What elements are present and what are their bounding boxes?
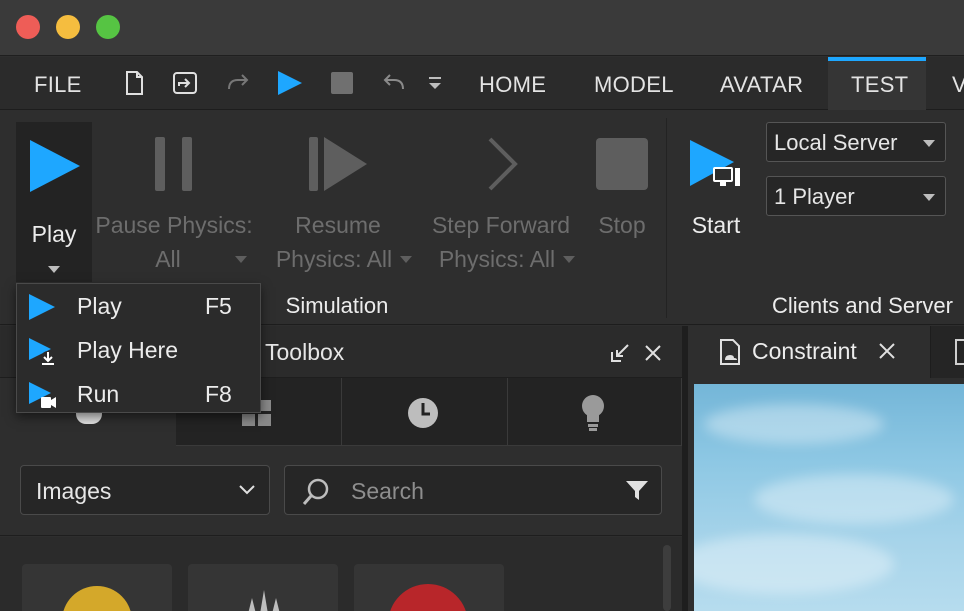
tab-creations[interactable] bbox=[508, 378, 682, 446]
step-forward-label[interactable]: Step Forward bbox=[426, 209, 576, 242]
quick-access-dropdown-icon[interactable] bbox=[422, 69, 450, 97]
resume-physics-label-2[interactable]: Physics: All bbox=[270, 243, 398, 276]
tab-view[interactable]: V bbox=[952, 72, 964, 98]
tab-home[interactable]: HOME bbox=[479, 72, 546, 98]
play-here-icon bbox=[29, 338, 55, 365]
menu-bar: FILE HOME MODEL AVATAR TEST V bbox=[0, 57, 964, 110]
resume-dropdown-caret-icon[interactable] bbox=[400, 256, 412, 263]
run-icon bbox=[29, 382, 56, 408]
asset-preview-hair bbox=[62, 586, 132, 611]
play-dropdown-caret-icon[interactable] bbox=[48, 266, 60, 273]
play-button[interactable]: Play bbox=[16, 122, 92, 282]
step-forward-label-2[interactable]: Physics: All bbox=[434, 243, 560, 276]
pause-physics-label-2[interactable]: All bbox=[148, 243, 188, 276]
new-file-icon[interactable] bbox=[120, 69, 148, 97]
publish-icon[interactable] bbox=[171, 69, 199, 97]
document-tab-title: Constraint bbox=[752, 338, 857, 364]
chevron-down-icon bbox=[239, 485, 255, 495]
simulation-group-label: Simulation bbox=[285, 293, 389, 318]
sky-cloud bbox=[704, 404, 884, 444]
undo-icon[interactable] bbox=[380, 69, 408, 97]
asset-thumbnail[interactable] bbox=[188, 564, 338, 611]
menu-item-label: Play Here bbox=[77, 337, 178, 363]
file-menu[interactable]: FILE bbox=[34, 72, 82, 98]
step-dropdown-caret-icon[interactable] bbox=[563, 256, 575, 263]
play-dropdown-menu: Play F5 Play Here Run F8 bbox=[16, 283, 261, 413]
clock-icon bbox=[408, 398, 438, 428]
search-placeholder: Search bbox=[351, 478, 424, 504]
resume-icon[interactable] bbox=[309, 137, 367, 191]
chevron-down-icon bbox=[923, 140, 935, 147]
close-panel-icon[interactable] bbox=[644, 344, 662, 362]
tab-test[interactable]: TEST bbox=[851, 72, 908, 98]
lightbulb-icon bbox=[582, 395, 604, 431]
menu-item-play-here[interactable]: Play Here bbox=[17, 329, 260, 371]
menu-item-run[interactable]: Run F8 bbox=[17, 373, 260, 415]
undock-icon[interactable] bbox=[609, 342, 631, 364]
category-dropdown[interactable]: Images bbox=[20, 465, 270, 515]
tab-avatar[interactable]: AVATAR bbox=[720, 72, 803, 98]
server-mode-value: Local Server bbox=[774, 130, 898, 155]
play-label: Play bbox=[31, 221, 77, 247]
resume-physics-label[interactable]: Resume bbox=[278, 209, 398, 242]
menu-item-shortcut: F5 bbox=[205, 293, 232, 319]
filter-icon[interactable] bbox=[625, 480, 649, 502]
pause-icon[interactable] bbox=[155, 137, 195, 191]
chevron-down-icon bbox=[923, 194, 935, 201]
tab-model[interactable]: MODEL bbox=[594, 72, 674, 98]
window-titlebar bbox=[0, 0, 964, 56]
menu-item-shortcut: F8 bbox=[205, 381, 232, 407]
asset-thumbnail[interactable] bbox=[22, 564, 172, 611]
script-file-icon bbox=[720, 339, 740, 365]
stop-quick-icon[interactable] bbox=[328, 69, 356, 97]
category-value: Images bbox=[36, 478, 112, 504]
pause-dropdown-caret-icon[interactable] bbox=[235, 256, 247, 263]
document-tabs: Constraint bbox=[688, 326, 964, 378]
clients-and-server-group-label: Clients and Server bbox=[772, 293, 953, 318]
close-icon[interactable] bbox=[879, 343, 895, 359]
step-forward-icon[interactable] bbox=[487, 137, 519, 191]
start-label[interactable]: Start bbox=[684, 209, 748, 242]
player-count-value: 1 Player bbox=[774, 184, 855, 209]
server-mode-dropdown[interactable]: Local Server bbox=[766, 122, 946, 162]
play-icon bbox=[30, 140, 80, 192]
menu-item-label: Play bbox=[77, 293, 122, 319]
stop-label[interactable]: Stop bbox=[590, 209, 654, 242]
asset-preview-hat bbox=[388, 584, 468, 611]
redo-icon[interactable] bbox=[224, 69, 252, 97]
player-count-dropdown[interactable]: 1 Player bbox=[766, 176, 946, 216]
start-server-icon[interactable] bbox=[688, 138, 742, 194]
menu-item-label: Run bbox=[77, 381, 120, 407]
sky-cloud bbox=[694, 534, 894, 594]
pause-physics-label[interactable]: Pause Physics: bbox=[94, 209, 254, 242]
toolbox-scrollbar[interactable] bbox=[663, 545, 671, 611]
menu-item-play[interactable]: Play F5 bbox=[17, 285, 260, 327]
close-window-button[interactable] bbox=[16, 15, 40, 39]
minimize-window-button[interactable] bbox=[56, 15, 80, 39]
stop-icon[interactable] bbox=[596, 138, 648, 190]
search-input[interactable]: Search bbox=[284, 465, 662, 515]
ribbon-separator bbox=[666, 118, 667, 318]
sky-cloud bbox=[754, 474, 954, 524]
play-icon bbox=[29, 294, 55, 320]
tab-recent[interactable] bbox=[342, 378, 508, 446]
play-quick-icon[interactable] bbox=[275, 69, 303, 97]
asset-preview-spikes bbox=[248, 590, 280, 611]
next-tab-icon[interactable] bbox=[954, 338, 964, 366]
toolbox-title: Toolbox bbox=[265, 339, 345, 365]
search-icon bbox=[302, 478, 329, 505]
zoom-window-button[interactable] bbox=[96, 15, 120, 39]
3d-viewport[interactable] bbox=[694, 384, 964, 611]
tab-constraint[interactable]: Constraint bbox=[688, 326, 931, 378]
asset-thumbnail[interactable] bbox=[354, 564, 504, 611]
toolbox-filters: Images Search bbox=[0, 446, 682, 536]
